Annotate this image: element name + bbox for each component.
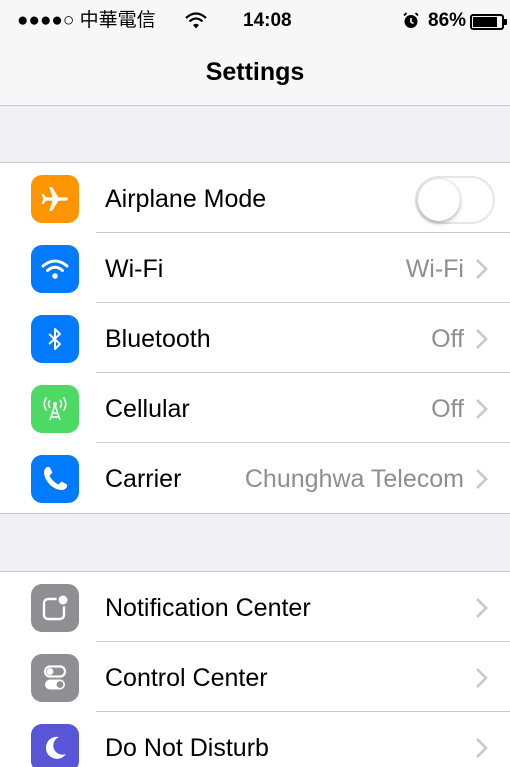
chevron-right-icon: [476, 469, 488, 489]
alarm-icon: [403, 12, 419, 28]
bluetooth-label: Bluetooth: [105, 325, 211, 353]
status-bar: ●●●●○ 中華電信 14:08 86%: [0, 0, 510, 40]
chevron-right-icon: [476, 259, 488, 279]
airplane-mode-toggle[interactable]: [415, 176, 495, 224]
toggle-knob: [418, 179, 460, 221]
phone-icon: [31, 455, 79, 503]
control-center-label: Control Center: [105, 664, 268, 692]
settings-row-control-center[interactable]: Control Center: [0, 642, 510, 712]
battery-icon: [470, 14, 504, 30]
navigation-bar: Settings: [0, 40, 510, 106]
bluetooth-icon: [31, 315, 79, 363]
settings-row-notification-center[interactable]: Notification Center: [0, 572, 510, 642]
carrier-label: Carrier: [105, 465, 182, 493]
moon-icon: [31, 724, 79, 767]
notification-center-icon: [31, 584, 79, 632]
carrier-value: Chunghwa Telecom: [244, 465, 464, 493]
settings-group-connectivity: Airplane Mode Wi-Fi Wi-Fi Bluetooth Off: [0, 162, 510, 514]
bluetooth-value: Off: [431, 325, 464, 353]
page-title: Settings: [205, 58, 305, 86]
do-not-disturb-label: Do Not Disturb: [105, 734, 269, 762]
wifi-icon: [185, 12, 207, 29]
chevron-right-icon: [476, 738, 488, 758]
status-time: 14:08: [243, 10, 292, 31]
notification-center-label: Notification Center: [105, 594, 311, 622]
airplane-mode-label: Airplane Mode: [105, 185, 267, 213]
control-center-icon: [31, 654, 79, 702]
wifi-label: Wi-Fi: [105, 255, 164, 283]
cellular-value: Off: [431, 395, 464, 423]
battery-fill: [473, 17, 498, 27]
settings-group-system: Notification Center Control Center Do No…: [0, 571, 510, 767]
battery-nub: [504, 19, 507, 25]
settings-row-cellular[interactable]: Cellular Off: [0, 373, 510, 443]
settings-row-bluetooth[interactable]: Bluetooth Off: [0, 303, 510, 373]
battery-percent: 86%: [428, 10, 467, 31]
carrier-signal: ●●●●○ 中華電信: [17, 10, 156, 31]
settings-row-airplane-mode[interactable]: Airplane Mode: [0, 163, 510, 233]
chevron-right-icon: [476, 598, 488, 618]
cellular-icon: [31, 385, 79, 433]
settings-row-do-not-disturb[interactable]: Do Not Disturb: [0, 712, 510, 767]
cellular-label: Cellular: [105, 395, 190, 423]
chevron-right-icon: [476, 668, 488, 688]
wifi-value: Wi-Fi: [405, 255, 464, 283]
wifi-icon: [31, 245, 79, 293]
settings-row-carrier[interactable]: Carrier Chunghwa Telecom: [0, 443, 510, 513]
chevron-right-icon: [476, 329, 488, 349]
airplane-icon: [31, 175, 79, 223]
settings-row-wifi[interactable]: Wi-Fi Wi-Fi: [0, 233, 510, 303]
chevron-right-icon: [476, 399, 488, 419]
